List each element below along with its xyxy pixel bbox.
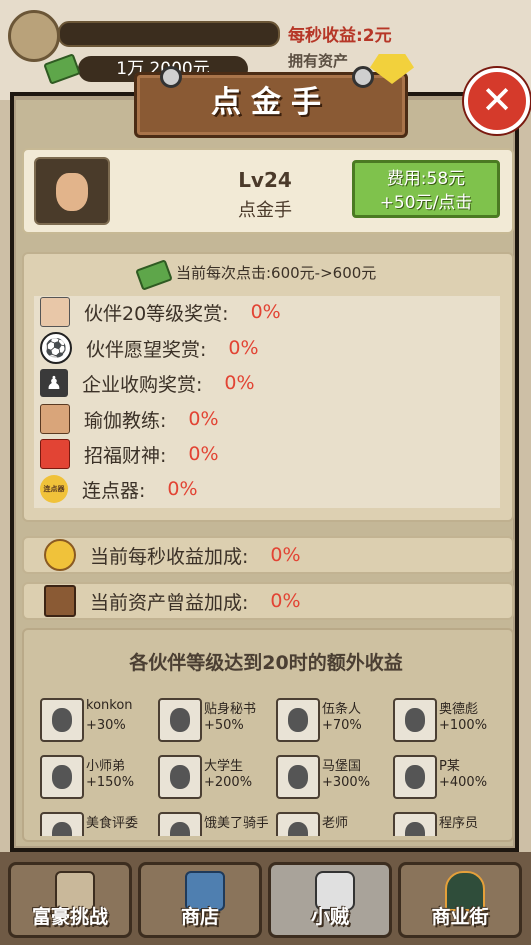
stat-row: ♟ 企业收购奖赏: 0% xyxy=(40,366,255,400)
partner-avatar xyxy=(158,755,202,799)
stat-label: 伙伴20等级奖赏: xyxy=(84,302,229,325)
partner-item[interactable]: 饿美了骑手 xyxy=(158,812,268,836)
income-progress-bar xyxy=(58,21,280,47)
partner-item[interactable]: 老师 xyxy=(276,812,386,836)
stat-row: 连点器 连点器: 0% xyxy=(40,472,198,506)
nav-label: 富豪挑战 xyxy=(31,906,108,928)
nav-label: 商店 xyxy=(180,906,219,928)
stat-label: 连点器: xyxy=(82,479,146,502)
stat-value: 0% xyxy=(167,478,198,500)
partner-name: 马堡国 xyxy=(322,759,362,774)
stat-row: ⚽ 伙伴愿望奖赏: 0% xyxy=(40,331,259,365)
partner-name: 伍条人 xyxy=(322,702,362,717)
partner-bonus: +300% xyxy=(322,775,371,790)
bonus-label: 当前每秒收益加成: xyxy=(90,545,249,568)
partner-item[interactable]: 小师弟 +150% xyxy=(40,755,150,799)
stat-label: 企业收购奖赏: xyxy=(82,373,203,396)
close-button[interactable]: ✕ xyxy=(464,68,530,134)
upgrade-name: 点金手 xyxy=(238,200,292,221)
stat-value: 0% xyxy=(188,408,219,430)
partner-name: 美食评委 xyxy=(86,816,139,831)
stopwatch-icon xyxy=(44,539,76,571)
click-value-header: 当前每次点击:600元->600元 xyxy=(176,264,377,282)
level-label: Lv24 xyxy=(238,168,292,192)
nav-thief[interactable]: 小贼 xyxy=(268,862,392,938)
stat-value: 0% xyxy=(250,301,281,323)
character-portrait xyxy=(34,157,110,225)
bonus-label: 当前资产曾益加成: xyxy=(90,591,249,614)
partner-item[interactable]: 贴身秘书 +50% xyxy=(158,698,268,742)
bonus-value: 0% xyxy=(270,544,301,566)
partner-item[interactable]: 伍条人 +70% xyxy=(276,698,386,742)
partner-avatar xyxy=(393,698,437,742)
bonus-value: 0% xyxy=(270,590,301,612)
partner-avatar xyxy=(276,812,320,836)
partner-item[interactable]: P某 +400% xyxy=(393,755,503,799)
partner-bonus: +30% xyxy=(86,718,126,733)
partner-bonus: +150% xyxy=(86,775,135,790)
partner-avatar xyxy=(40,698,84,742)
partner-avatar xyxy=(276,698,320,742)
stat-label: 伙伴愿望奖赏: xyxy=(86,338,207,361)
income-per-second: 每秒收益:2元 xyxy=(288,26,392,46)
upgrade-cost-button[interactable]: 费用:58元 +50元/点击 xyxy=(352,160,500,218)
stat-value: 0% xyxy=(224,372,255,394)
secretary-icon xyxy=(40,297,70,327)
cost-gain: +50元/点击 xyxy=(379,193,473,213)
partner-item[interactable]: 美食评委 xyxy=(40,812,150,836)
stat-row: 伙伴20等级奖赏: 0% xyxy=(40,295,281,329)
bonus-bar-income: 当前每秒收益加成: 0% xyxy=(22,536,514,574)
cost-label: 费用:58元 xyxy=(386,169,466,189)
stat-row: 招福财神: 0% xyxy=(40,437,219,471)
partner-avatar xyxy=(40,755,84,799)
partner-bonus: +400% xyxy=(439,775,488,790)
nav-shop[interactable]: 商店 xyxy=(138,862,262,938)
partner-bonus: +200% xyxy=(204,775,253,790)
stat-row: 瑜伽教练: 0% xyxy=(40,402,219,436)
partner-name: P某 xyxy=(439,759,460,774)
partner-avatar xyxy=(40,812,84,836)
stat-value: 0% xyxy=(188,443,219,465)
nav-tycoon-challenge[interactable]: 富豪挑战 xyxy=(8,862,132,938)
partner-avatar xyxy=(393,812,437,836)
partner-name: konkon xyxy=(86,698,133,713)
stat-value: 0% xyxy=(228,337,259,359)
partner-name: 奥德彪 xyxy=(439,702,479,717)
nav-label: 商业街 xyxy=(431,906,489,928)
partner-bonus-title: 各伙伴等级达到20时的额外收益 xyxy=(129,652,403,674)
player-avatar[interactable] xyxy=(8,10,60,62)
partner-avatar xyxy=(393,755,437,799)
partner-item[interactable]: 大学生 +200% xyxy=(158,755,268,799)
stat-label: 瑜伽教练: xyxy=(84,409,167,432)
partner-bonus: +100% xyxy=(439,718,488,733)
partner-item[interactable]: 程序员 xyxy=(393,812,503,836)
soccer-ball-icon: ⚽ xyxy=(40,332,72,364)
partner-avatar xyxy=(158,812,202,836)
chess-pawn-icon: ♟ xyxy=(40,369,68,397)
partner-name: 贴身秘书 xyxy=(204,702,257,717)
hook-icon xyxy=(352,66,374,88)
partner-name: 大学生 xyxy=(204,759,244,774)
partner-name: 小师弟 xyxy=(86,759,126,774)
partner-bonus: +70% xyxy=(322,718,362,733)
partner-avatar xyxy=(158,698,202,742)
partner-bonus: +50% xyxy=(204,718,244,733)
nav-label: 小贼 xyxy=(310,906,349,928)
partner-item[interactable]: 马堡国 +300% xyxy=(276,755,386,799)
partner-avatar xyxy=(276,755,320,799)
partner-name: 程序员 xyxy=(439,816,479,831)
partner-name: 老师 xyxy=(322,816,349,831)
partner-name: 饿美了骑手 xyxy=(204,816,268,831)
yoga-coach-icon xyxy=(40,404,70,434)
book-icon xyxy=(44,585,76,617)
nav-business-street[interactable]: 商业街 xyxy=(398,862,522,938)
stat-label: 招福财神: xyxy=(84,444,167,467)
hook-icon xyxy=(160,66,182,88)
clicker-icon: 连点器 xyxy=(40,475,68,503)
partner-item[interactable]: 奥德彪 +100% xyxy=(393,698,503,742)
partner-item[interactable]: konkon +30% xyxy=(40,698,150,742)
fortune-god-icon xyxy=(40,439,70,469)
asset-label: 拥有资产 xyxy=(288,52,349,70)
bonus-bar-assets: 当前资产曾益加成: 0% xyxy=(22,582,514,620)
